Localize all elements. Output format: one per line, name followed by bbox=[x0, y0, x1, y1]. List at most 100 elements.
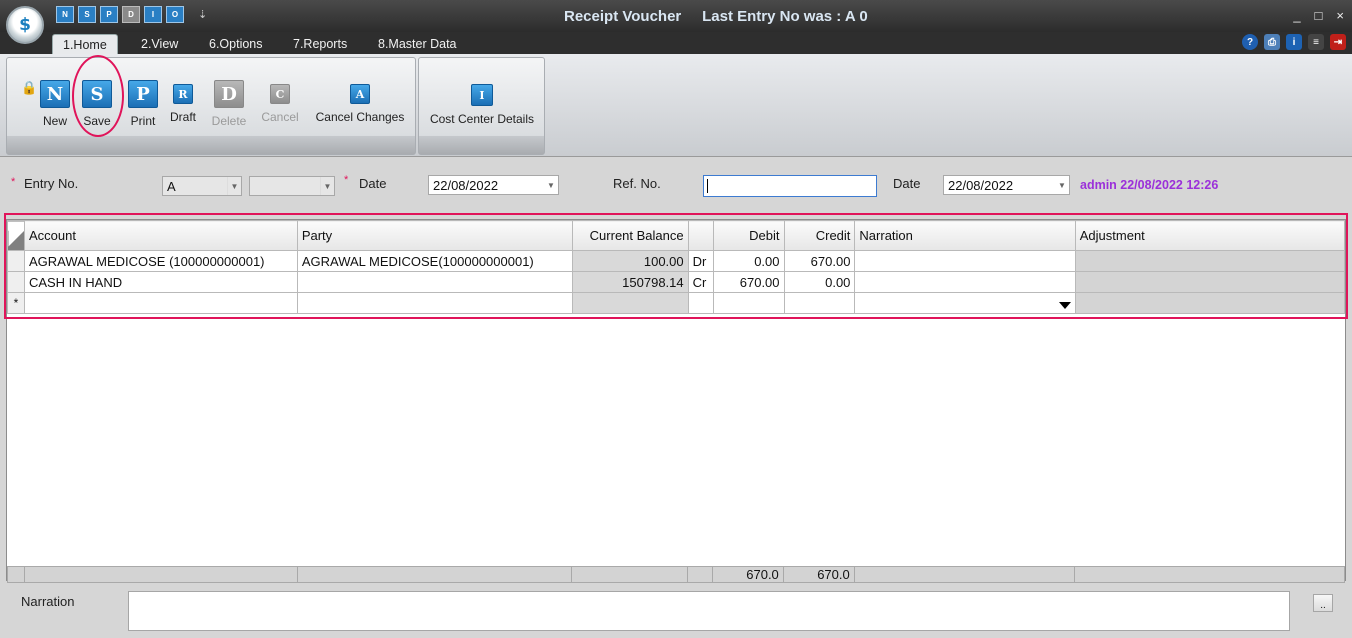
entry-no-prefix-combo[interactable]: A ▼ bbox=[162, 176, 242, 196]
save-button[interactable]: S Save bbox=[77, 80, 117, 128]
totals-spacer bbox=[853, 566, 1076, 583]
audit-info: admin 22/08/2022 12:26 bbox=[1080, 178, 1219, 192]
ribbon: 🔒 N New S Save P Print R Draft D Delete … bbox=[0, 54, 1352, 157]
chevron-down-icon[interactable]: ▼ bbox=[544, 176, 558, 194]
entry-no-combo[interactable]: ▼ bbox=[249, 176, 335, 196]
quick-new-icon[interactable]: N bbox=[56, 6, 74, 23]
draft-button[interactable]: R Draft bbox=[165, 80, 201, 124]
exit-icon[interactable]: ⇥ bbox=[1330, 34, 1346, 50]
party-cell[interactable]: AGRAWAL MEDICOSE(100000000001) bbox=[296, 250, 573, 272]
printer-icon[interactable]: ⎙ bbox=[1264, 34, 1280, 50]
column-header-current-balance[interactable]: Current Balance bbox=[571, 220, 689, 251]
print-button[interactable]: P Print bbox=[124, 80, 162, 128]
column-header-credit[interactable]: Credit bbox=[783, 220, 856, 251]
narration-input[interactable] bbox=[128, 591, 1290, 631]
column-header-party[interactable]: Party bbox=[296, 220, 573, 251]
quick-delete-icon[interactable]: D bbox=[122, 6, 140, 23]
party-cell[interactable] bbox=[296, 292, 573, 314]
new-row[interactable]: * bbox=[7, 292, 1346, 314]
cancel-changes-button[interactable]: A Cancel Changes bbox=[311, 80, 409, 124]
adjustment-cell[interactable] bbox=[1074, 250, 1346, 272]
row-header[interactable] bbox=[7, 271, 25, 293]
narration-cell[interactable] bbox=[854, 292, 1076, 314]
quick-open-icon[interactable]: O bbox=[166, 6, 184, 23]
cancel-button[interactable]: C Cancel bbox=[257, 80, 303, 124]
tab-master-data[interactable]: 8.Master Data bbox=[368, 34, 467, 54]
narration-more-button[interactable]: .. bbox=[1313, 594, 1333, 612]
minimize-button[interactable]: _ bbox=[1293, 8, 1300, 23]
debit-cell[interactable]: 670.00 bbox=[712, 271, 785, 293]
tab-options[interactable]: 6.Options bbox=[199, 34, 273, 54]
help-icon[interactable]: ? bbox=[1242, 34, 1258, 50]
dr-cr-cell: Dr bbox=[687, 250, 714, 272]
narration-cell[interactable] bbox=[854, 271, 1076, 293]
required-marker: * bbox=[344, 174, 349, 186]
credit-cell[interactable] bbox=[783, 292, 856, 314]
info-icon[interactable]: i bbox=[1286, 34, 1302, 50]
cost-center-icon: I bbox=[471, 84, 493, 106]
ribbon-group-footer bbox=[7, 136, 415, 154]
cost-center-details-button[interactable]: I Cost Center Details bbox=[425, 80, 539, 126]
column-header-account[interactable]: Account bbox=[23, 220, 298, 251]
new-button[interactable]: N New bbox=[35, 80, 75, 128]
debit-cell[interactable] bbox=[712, 292, 785, 314]
cancel-changes-icon: A bbox=[350, 84, 370, 104]
date-picker[interactable]: 22/08/2022 ▼ bbox=[428, 175, 559, 195]
column-header-adjustment[interactable]: Adjustment bbox=[1074, 220, 1346, 251]
credit-cell[interactable]: 670.00 bbox=[783, 250, 856, 272]
delete-button[interactable]: D Delete bbox=[207, 80, 251, 128]
tab-reports[interactable]: 7.Reports bbox=[283, 34, 357, 54]
table-row[interactable]: AGRAWAL MEDICOSE (100000000001) AGRAWAL … bbox=[7, 250, 1346, 272]
voucher-table: Account Party Current Balance Debit Cred… bbox=[7, 220, 1346, 314]
column-header-narration[interactable]: Narration bbox=[854, 220, 1076, 251]
select-all-corner[interactable] bbox=[7, 220, 25, 251]
dropdown-arrow-icon[interactable] bbox=[1058, 301, 1071, 309]
cost-center-label: Cost Center Details bbox=[429, 112, 535, 126]
save-label: Save bbox=[83, 114, 111, 128]
narration-label: Narration bbox=[21, 594, 75, 609]
row-header[interactable] bbox=[7, 250, 25, 272]
window-title: Receipt Voucher Last Entry No was : A 0 bbox=[564, 8, 868, 25]
balance-cell: 100.00 bbox=[571, 250, 689, 272]
adjustment-cell[interactable] bbox=[1074, 271, 1346, 293]
quick-print-icon[interactable]: P bbox=[100, 6, 118, 23]
close-button[interactable]: × bbox=[1336, 8, 1344, 23]
draft-icon: R bbox=[173, 84, 193, 104]
help-icons: ? ⎙ i ≡ ⇥ bbox=[1242, 34, 1346, 50]
debit-cell[interactable]: 0.00 bbox=[712, 250, 785, 272]
quick-info-icon[interactable]: I bbox=[144, 6, 162, 23]
ref-date-picker[interactable]: 22/08/2022 ▼ bbox=[943, 175, 1070, 195]
column-header-dr-cr[interactable] bbox=[687, 220, 714, 251]
chevron-down-icon[interactable]: ▼ bbox=[1055, 176, 1069, 194]
window-controls: _ □ × bbox=[1293, 8, 1344, 23]
column-header-debit[interactable]: Debit bbox=[712, 220, 785, 251]
tab-home[interactable]: 1.Home bbox=[52, 34, 118, 54]
account-cell[interactable]: AGRAWAL MEDICOSE (100000000001) bbox=[23, 250, 298, 272]
adjustment-cell[interactable] bbox=[1074, 292, 1346, 314]
voucher-header: * Entry No. A ▼ ▼ * Date 22/08/2022 ▼ Re… bbox=[6, 170, 1346, 202]
account-cell[interactable] bbox=[23, 292, 298, 314]
cancel-icon: C bbox=[270, 84, 290, 104]
ref-date-value: 22/08/2022 bbox=[948, 178, 1014, 193]
quick-save-icon[interactable]: S bbox=[78, 6, 96, 23]
chevron-down-icon[interactable]: ▼ bbox=[227, 177, 241, 195]
chevron-down-icon[interactable]: ▼ bbox=[320, 177, 334, 195]
account-cell[interactable]: CASH IN HAND bbox=[23, 271, 298, 293]
ribbon-group-actions: 🔒 N New S Save P Print R Draft D Delete … bbox=[6, 57, 416, 155]
credit-cell[interactable]: 0.00 bbox=[783, 271, 856, 293]
dr-cr-cell bbox=[687, 292, 714, 314]
maximize-button[interactable]: □ bbox=[1315, 8, 1323, 23]
tab-view[interactable]: 2.View bbox=[131, 34, 188, 54]
delete-label: Delete bbox=[211, 114, 247, 128]
ribbon-group-cost-center: I Cost Center Details bbox=[418, 57, 545, 155]
app-logo[interactable]: $ bbox=[6, 6, 44, 44]
notepad-icon[interactable]: ≡ bbox=[1308, 34, 1324, 50]
new-label: New bbox=[42, 114, 67, 128]
dollar-logo-icon: $ bbox=[19, 15, 31, 35]
table-row[interactable]: CASH IN HAND 150798.14 Cr 670.00 0.00 bbox=[7, 271, 1346, 293]
cancel-changes-label: Cancel Changes bbox=[315, 110, 405, 124]
ref-no-input[interactable] bbox=[703, 175, 877, 197]
narration-cell[interactable] bbox=[854, 250, 1076, 272]
customize-toolbar-icon[interactable]: ⇣ bbox=[198, 8, 207, 21]
party-cell[interactable] bbox=[296, 271, 573, 293]
